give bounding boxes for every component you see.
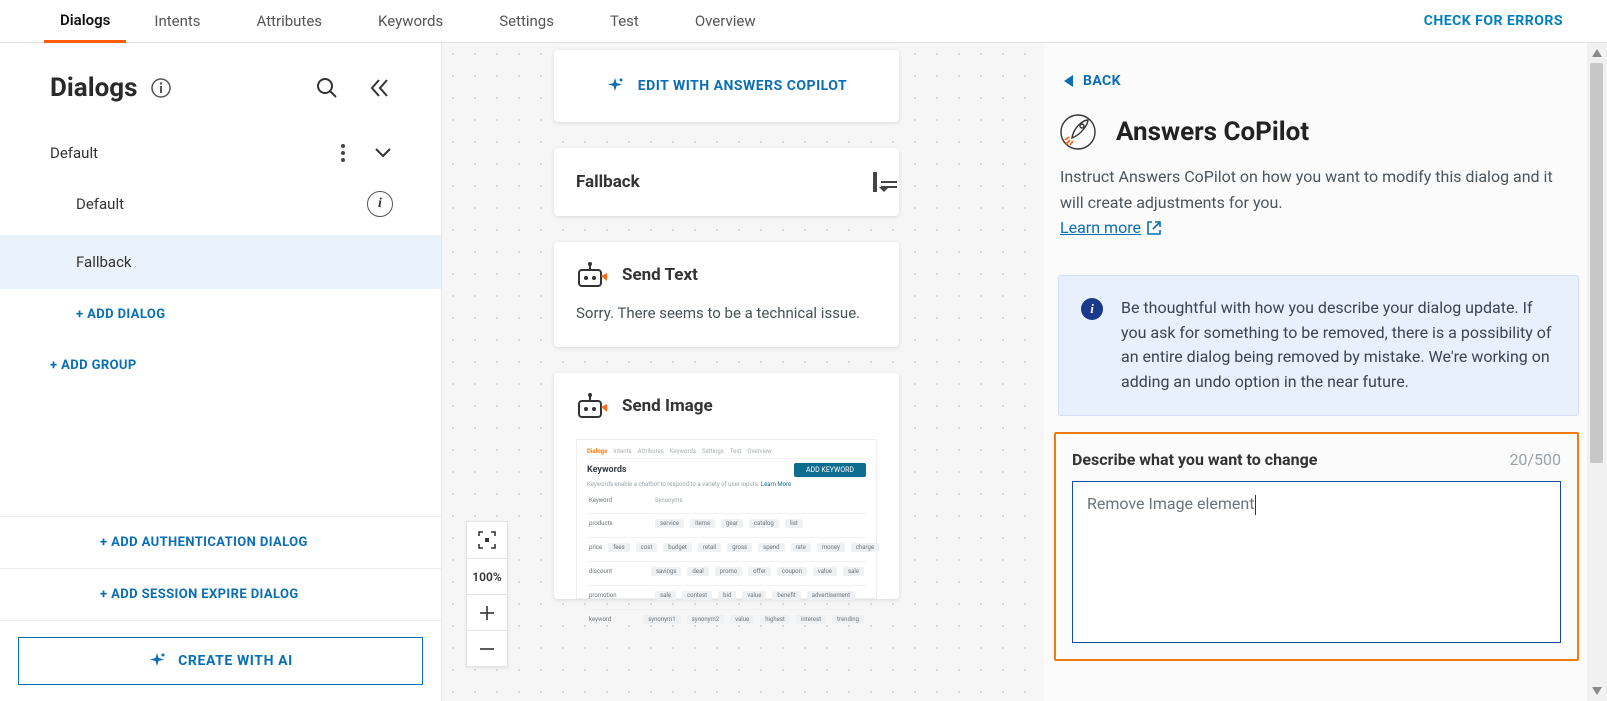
char-counter: 20/500 — [1509, 450, 1561, 469]
tab-intents[interactable]: Intents — [126, 0, 228, 43]
fit-screen-button[interactable] — [467, 522, 507, 558]
send-text-node[interactable]: Send Text Sorry. There seems to be a tec… — [554, 242, 899, 347]
copilot-panel: BACK Answers CoPilot Instruct Answers Co… — [1044, 43, 1607, 701]
describe-label: Describe what you want to change — [1072, 450, 1317, 469]
send-image-title: Send Image — [622, 396, 713, 416]
info-icon[interactable] — [147, 74, 175, 102]
bot-send-icon — [576, 393, 608, 419]
group-label: Default — [50, 144, 98, 162]
zoom-out-button[interactable] — [467, 630, 507, 666]
send-image-node[interactable]: Send Image Dialogs Intents Attributes Ke… — [554, 373, 899, 599]
textarea-value: Remove Image element — [1087, 494, 1254, 513]
top-nav: Dialogs Intents Attributes Keywords Sett… — [0, 0, 1607, 43]
dialog-item-fallback[interactable]: Fallback — [0, 235, 441, 289]
info-callout: i Be thoughtful with how you describe yo… — [1058, 275, 1579, 416]
dialog-canvas[interactable]: EDIT WITH ANSWERS COPILOT Fallback Send … — [442, 43, 1044, 701]
edit-with-copilot-button[interactable]: EDIT WITH ANSWERS COPILOT — [554, 50, 899, 122]
scroll-down-arrow[interactable] — [1587, 681, 1607, 701]
learn-more-link[interactable]: Learn more — [1060, 215, 1161, 241]
external-link-icon — [1147, 221, 1161, 235]
back-label: BACK — [1083, 73, 1121, 89]
tab-settings[interactable]: Settings — [471, 0, 582, 43]
collapse-icon[interactable] — [365, 74, 393, 102]
bot-send-icon — [576, 262, 608, 288]
tab-test[interactable]: Test — [582, 0, 667, 43]
dialog-item-default[interactable]: Default i — [0, 173, 441, 235]
fallback-node[interactable]: Fallback — [554, 148, 899, 216]
panel-title: Answers CoPilot — [1116, 117, 1309, 147]
describe-change-box: Describe what you want to change 20/500 … — [1054, 432, 1579, 661]
add-auth-dialog-link[interactable]: + ADD AUTHENTICATION DIALOG — [0, 517, 441, 569]
back-link[interactable]: BACK — [1058, 43, 1579, 114]
add-group-link[interactable]: + ADD GROUP — [0, 340, 441, 391]
tab-attributes[interactable]: Attributes — [229, 0, 351, 43]
create-with-ai-label: CREATE WITH AI — [178, 653, 293, 669]
scrollbar-thumb[interactable] — [1590, 63, 1603, 463]
sparkle-icon — [606, 77, 624, 95]
zoom-level: 100% — [467, 558, 507, 594]
scroll-up-arrow[interactable] — [1587, 43, 1607, 63]
tab-keywords[interactable]: Keywords — [350, 0, 471, 43]
chat-icon — [873, 174, 877, 190]
dialog-item-label: Fallback — [76, 253, 132, 271]
check-for-errors-link[interactable]: CHECK FOR ERRORS — [1424, 13, 1563, 29]
info-text: Be thoughtful with how you describe your… — [1121, 296, 1556, 395]
edit-copilot-label: EDIT WITH ANSWERS COPILOT — [638, 78, 847, 94]
sparkle-icon — [148, 652, 166, 670]
search-icon[interactable] — [313, 74, 341, 102]
chevron-down-icon[interactable] — [373, 143, 393, 163]
send-text-body: Sorry. There seems to be a technical iss… — [554, 302, 899, 347]
tab-overview[interactable]: Overview — [667, 0, 784, 43]
describe-textarea[interactable]: Remove Image element — [1072, 481, 1561, 643]
more-icon[interactable] — [333, 143, 353, 163]
rocket-icon — [1060, 114, 1096, 150]
add-dialog-link[interactable]: + ADD DIALOG — [0, 289, 441, 340]
fallback-title: Fallback — [576, 172, 873, 192]
info-icon[interactable]: i — [367, 191, 393, 217]
dialog-group-default[interactable]: Default — [0, 133, 441, 173]
create-with-ai-button[interactable]: CREATE WITH AI — [18, 637, 423, 685]
add-session-expire-link[interactable]: + ADD SESSION EXPIRE DIALOG — [0, 569, 441, 621]
sidebar-title: Dialogs — [50, 73, 137, 103]
sidebar: Dialogs Default Default — [0, 43, 442, 701]
tab-dialogs[interactable]: Dialogs — [44, 0, 126, 43]
image-preview: Dialogs Intents Attributes Keywords Sett… — [576, 439, 877, 599]
zoom-in-button[interactable] — [467, 594, 507, 630]
caret-left-icon — [1064, 75, 1073, 87]
info-icon: i — [1081, 298, 1103, 320]
dialog-item-label: Default — [76, 195, 124, 213]
send-text-title: Send Text — [622, 265, 698, 285]
scrollbar[interactable] — [1587, 43, 1607, 701]
zoom-controls: 100% — [466, 521, 508, 667]
panel-description: Instruct Answers CoPilot on how you want… — [1058, 150, 1579, 241]
